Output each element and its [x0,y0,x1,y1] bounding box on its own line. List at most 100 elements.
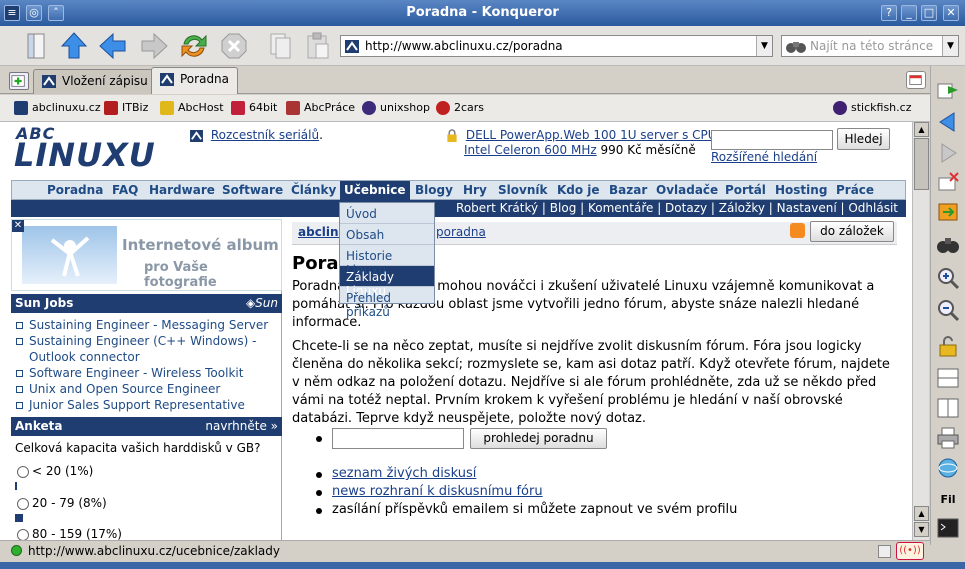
stop-icon[interactable] [218,30,250,62]
radio-button[interactable] [17,528,29,540]
scroll-down-button[interactable]: ▼ [914,522,929,537]
next-arrow-icon[interactable] [936,141,960,165]
previous-arrow-icon[interactable] [936,110,960,134]
menu-item-blogy[interactable]: Blogy [415,183,453,197]
dropdown-item-obsah[interactable]: Obsah [340,224,434,245]
dropdown-item-zaklady[interactable]: Základy Linuxu [340,266,434,298]
news-interface-link[interactable]: news rozhraní k diskusnímu fóru [332,484,543,499]
menu-item-hosting[interactable]: Hosting [775,183,827,197]
split-vertical-icon[interactable] [936,396,960,420]
vertical-scrollbar[interactable]: ▲ ▲ ▼ [912,122,929,540]
security-lock-icon[interactable] [936,334,960,358]
paste-icon[interactable] [302,30,334,62]
poll-option[interactable]: < 20 (1%) [17,464,93,478]
user-menu[interactable]: Robert Krátký | Blog | Komentáře | Dotaz… [11,200,906,217]
live-discussions-link[interactable]: seznam živých diskusí [332,466,476,481]
scroll-thumb[interactable] [914,138,929,190]
poll-suggest-link[interactable]: navrhněte » [205,419,278,433]
dropdown-item-historie[interactable]: Historie Linuxu [340,245,434,277]
tab-vlozeni-zapisu[interactable]: Vložení zápisu [33,69,157,94]
menu-item-prace[interactable]: Práce [836,183,874,197]
menu-item-kdo-je[interactable]: Kdo je [557,183,600,197]
binoculars-icon[interactable] [785,38,807,54]
menu-item-ucebnice[interactable]: Učebnice [340,181,410,200]
forum-search-button[interactable]: prohledej poradnu [470,428,607,449]
banner-close-icon[interactable]: ✕ [12,220,24,232]
tab-poradna[interactable]: Poradna [151,67,239,94]
menu-item-slovnik[interactable]: Slovník [498,183,547,197]
bookmark-unixshop[interactable]: unixshop [362,101,430,115]
dropdown-item-uvod[interactable]: Úvod [340,203,434,224]
url-bar[interactable]: http://www.abclinuxu.cz/poradna ▼ [340,35,773,57]
list-item[interactable]: Sustaining Engineer - Messaging Server [11,317,282,333]
breadcrumb-current[interactable]: poradna [436,225,486,239]
bookmark-64bit[interactable]: 64bit [231,101,277,115]
menu-item-faq[interactable]: FAQ [112,183,138,197]
site-search-input[interactable] [711,130,833,150]
minimize-button[interactable]: _ [901,5,917,21]
open-tab-icon[interactable] [936,78,960,102]
close-page-icon[interactable] [936,170,960,194]
menu-item-hardware[interactable]: Hardware [149,183,215,197]
bookmark-abchost[interactable]: AbcHost [160,101,224,115]
binoculars-side-icon[interactable] [936,232,960,256]
menu-item-clanky[interactable]: Články [291,183,336,197]
new-tab-button[interactable] [9,72,29,90]
find-in-page-box[interactable]: Najít na této stránce ▼ [781,35,959,57]
menu-item-software[interactable]: Software [222,183,283,197]
forum-search-input[interactable] [332,428,464,449]
url-history-dropdown[interactable]: ▼ [756,36,772,56]
scroll-up-lower-button[interactable]: ▲ [914,506,929,521]
menu-item-portal[interactable]: Portál [725,183,766,197]
bookmark-stickfish[interactable]: stickfish.cz [833,101,911,115]
scroll-up-button[interactable]: ▲ [914,122,929,137]
help-button[interactable]: ? [881,5,897,21]
poll-option[interactable]: 20 - 79 (8%) [17,496,107,510]
bookmark-abclinuxu[interactable]: abclinuxu.cz [14,101,101,115]
dell-ad-cpu-link[interactable]: Intel Celeron 600 MHz [464,143,597,157]
reload-side-icon[interactable] [936,200,960,224]
url-text[interactable]: http://www.abclinuxu.cz/poradna [365,39,563,53]
bookmark-itbiz[interactable]: ITBiz [104,101,148,115]
sidebar-toggle-icon[interactable] [20,30,52,62]
menu-item-hry[interactable]: Hry [463,183,487,197]
up-arrow-icon[interactable] [58,30,90,62]
find-dropdown[interactable]: ▼ [942,36,958,56]
split-horizontal-icon[interactable] [936,366,960,390]
wireless-icon[interactable]: ((•)) [896,542,924,560]
list-item[interactable]: Unix and Open Source Engineer [11,381,282,397]
serial-guide-link[interactable]: Rozcestník seriálů [211,128,319,142]
menu-item-ovladace[interactable]: Ovladače [656,183,718,197]
reload-icon[interactable] [178,30,210,62]
zoom-out-icon[interactable] [936,298,960,322]
bookmark-abcprace[interactable]: AbcPráce [286,101,355,115]
print-icon[interactable] [936,426,960,450]
rss-icon[interactable] [790,223,805,238]
back-arrow-icon[interactable] [97,30,129,62]
site-search-button[interactable]: Hledej [837,128,890,150]
poll-option[interactable]: 80 - 159 (17%) [17,527,122,540]
radio-button[interactable] [17,465,29,478]
bookmark-2cars[interactable]: 2cars [436,101,484,115]
radio-button[interactable] [17,497,29,510]
find-placeholder[interactable]: Najít na této stránce [810,39,933,53]
list-item[interactable]: Junior Sales Support Representative [11,397,282,413]
filter-icon[interactable]: Fil [936,488,960,512]
close-tab-button[interactable] [906,71,926,89]
menu-item-bazar[interactable]: Bazar [609,183,647,197]
status-checkbox[interactable] [878,545,891,558]
abclinuxu-logo[interactable]: ABC LINUXU [14,124,155,174]
dropdown-item-prikazy[interactable]: Přehled příkazů [340,287,434,319]
globe-icon[interactable] [936,456,960,480]
add-bookmark-button[interactable]: do záložek [810,221,894,242]
zoom-in-icon[interactable] [936,266,960,290]
terminal-icon[interactable] [936,516,960,540]
photo-album-banner[interactable]: Internetové album pro Vaše fotografie ✕ [11,219,282,291]
close-window-button[interactable]: ✕ [943,5,959,21]
menu-item-poradna[interactable]: Poradna [47,183,103,197]
forward-arrow-icon[interactable] [138,30,170,62]
dell-ad-link[interactable]: DELL PowerApp.Web 100 1U server s CPU [466,128,717,142]
copy-icon[interactable] [265,30,297,62]
advanced-search-link[interactable]: Rozšířené hledání [711,150,817,164]
list-item[interactable]: Software Engineer - Wireless Toolkit [11,365,282,381]
